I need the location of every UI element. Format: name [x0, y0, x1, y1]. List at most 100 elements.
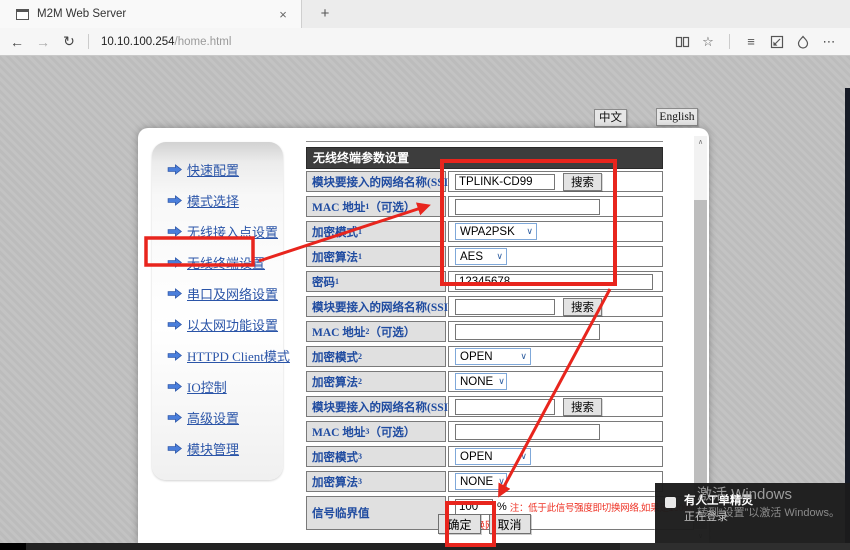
ssid1-input[interactable]: [455, 174, 555, 190]
signal-threshold-input[interactable]: [455, 499, 493, 515]
ssid2-input[interactable]: [455, 299, 555, 315]
sidebar-item-label: 模块管理: [187, 439, 239, 458]
browser-tab-bar: M2M Web Server × +: [0, 0, 850, 28]
form-row-security-mode3: 加密模式3 OPEN∨: [306, 446, 663, 469]
browser-tab[interactable]: M2M Web Server ×: [0, 0, 302, 28]
cancel-button[interactable]: 取消: [489, 514, 531, 534]
mac1-input[interactable]: [455, 199, 600, 215]
security-mode1-label: 加密模式1: [306, 221, 446, 242]
sidebar-item-无线终端设置[interactable]: 无线终端设置: [167, 252, 283, 273]
sidebar-item-串口及网络设置[interactable]: 串口及网络设置: [167, 283, 283, 304]
select-value: WPA2PSK: [460, 226, 515, 238]
blue-arrow-icon: [167, 412, 182, 423]
wireless-sta-settings-table: 无线终端参数设置 模块要接入的网络名称(SSID1)搜索MAC 地址1（可选）加…: [306, 147, 663, 534]
url-host: 10.10.100.254: [101, 36, 175, 48]
form-row-security-algo2: 加密算法2 NONE∨: [306, 371, 663, 394]
security-mode2-select[interactable]: OPEN∨: [455, 348, 531, 365]
url-path: /home.html: [175, 36, 232, 48]
forward-icon[interactable]: →: [30, 34, 56, 50]
row-label-text: 加密算法: [312, 474, 358, 490]
row-label-suffix: （可选）: [369, 199, 415, 215]
web-note-icon[interactable]: [766, 32, 788, 52]
form-row-security-mode2: 加密模式2OPEN∨: [306, 346, 663, 369]
sidebar-item-label: 无线接入点设置: [187, 222, 278, 241]
toolbar-divider: [88, 34, 89, 49]
signal-unit: %: [497, 501, 507, 513]
toast-app-icon: [665, 497, 676, 508]
security-mode3-value-cell: OPEN∨: [448, 446, 663, 467]
hub-icon[interactable]: ≡: [740, 32, 762, 52]
sidebar-item-无线接入点设置[interactable]: 无线接入点设置: [167, 221, 283, 242]
row-label-suffix: （可选）: [369, 424, 415, 440]
taskbar: [0, 543, 850, 550]
row-label-text: 加密算法: [312, 374, 358, 390]
security-mode3-select[interactable]: OPEN∨: [455, 448, 531, 465]
search-ssid1-button[interactable]: 搜索: [563, 173, 602, 191]
scrollbar-thumb[interactable]: [694, 200, 707, 529]
ssid3-input[interactable]: [455, 399, 555, 415]
ssid2-label: 模块要接入的网络名称(SSID2): [306, 296, 446, 317]
sidebar-item-快速配置[interactable]: 快速配置: [167, 159, 283, 180]
sidebar-item-HTTPD Client模式[interactable]: HTTPD Client模式: [167, 345, 283, 366]
chevron-down-icon: ∨: [493, 476, 505, 487]
form-buttons-row: 确定 取消: [306, 514, 663, 534]
row-label-text: 加密模式: [312, 449, 358, 465]
security-algo2-value-cell: NONE∨: [448, 371, 663, 392]
ok-button[interactable]: 确定: [438, 514, 480, 534]
security-algo2-select[interactable]: NONE∨: [455, 373, 507, 390]
new-tab-button[interactable]: +: [312, 4, 338, 24]
blue-arrow-icon: [167, 257, 182, 268]
taskbar-start-segment: [0, 543, 26, 550]
sidebar-item-模块管理[interactable]: 模块管理: [167, 438, 283, 459]
security-algo1-select[interactable]: AES∨: [455, 248, 507, 265]
chinese-language-button[interactable]: 中文: [594, 109, 627, 127]
more-icon[interactable]: ⋯: [818, 32, 840, 52]
form-row-mac1: MAC 地址1（可选）: [306, 196, 663, 219]
security-algo2-label: 加密算法2: [306, 371, 446, 392]
security-algo3-select[interactable]: NONE∨: [455, 473, 507, 490]
browser-toolbar: ← → ↻ 10.10.100.254/home.html ☆ ≡ ⋯: [0, 28, 850, 56]
table-title: 无线终端参数设置: [306, 147, 663, 169]
mac3-input[interactable]: [455, 424, 600, 440]
reading-view-icon[interactable]: [671, 32, 693, 52]
sidebar-item-高级设置[interactable]: 高级设置: [167, 407, 283, 428]
table-top-border: [306, 141, 663, 142]
search-ssid2-button[interactable]: 搜索: [563, 298, 602, 316]
sidebar-item-模式选择[interactable]: 模式选择: [167, 190, 283, 211]
mac3-label: MAC 地址3（可选）: [306, 421, 446, 442]
password1-value-cell: [448, 271, 663, 292]
share-icon[interactable]: [792, 32, 814, 52]
sidebar-item-label: 串口及网络设置: [187, 284, 278, 303]
select-value: OPEN: [460, 351, 493, 363]
favorites-star-icon[interactable]: ☆: [697, 32, 719, 52]
ssid3-label: 模块要接入的网络名称(SSID3): [306, 396, 446, 417]
chevron-down-icon: ∨: [515, 451, 527, 462]
sidebar-item-以太网功能设置[interactable]: 以太网功能设置: [167, 314, 283, 335]
address-bar[interactable]: 10.10.100.254/home.html: [101, 36, 231, 48]
tab-close-icon[interactable]: ×: [275, 7, 291, 22]
password1-label: 密码1: [306, 271, 446, 292]
mac2-input[interactable]: [455, 324, 600, 340]
refresh-icon[interactable]: ↻: [56, 33, 82, 50]
blue-arrow-icon: [167, 381, 182, 392]
search-ssid3-button[interactable]: 搜索: [563, 398, 602, 416]
sidebar-item-IO控制[interactable]: IO控制: [167, 376, 283, 397]
scroll-up-icon[interactable]: ∧: [694, 136, 707, 149]
security-mode1-select[interactable]: WPA2PSK ∨: [455, 223, 537, 240]
chevron-down-icon: ∨: [521, 226, 533, 237]
sidebar-item-label: HTTPD Client模式: [187, 346, 290, 365]
row-label-text: 密码: [312, 274, 335, 290]
security-mode3-label: 加密模式3: [306, 446, 446, 467]
blue-arrow-icon: [167, 164, 182, 175]
security-mode2-value-cell: OPEN∨: [448, 346, 663, 367]
password1-input[interactable]: [455, 274, 653, 290]
back-icon[interactable]: ←: [4, 34, 30, 50]
form-row-mac2: MAC 地址2（可选）: [306, 321, 663, 344]
blue-arrow-icon: [167, 350, 182, 361]
activation-watermark-line1: 激活 Windows: [697, 483, 792, 504]
mac3-value-cell: [448, 421, 663, 442]
vertical-scrollbar[interactable]: ∧ ∨: [694, 136, 707, 543]
blue-arrow-icon: [167, 319, 182, 330]
form-row-ssid3: 模块要接入的网络名称(SSID3) 搜索: [306, 396, 663, 419]
english-language-button[interactable]: English: [656, 108, 698, 126]
